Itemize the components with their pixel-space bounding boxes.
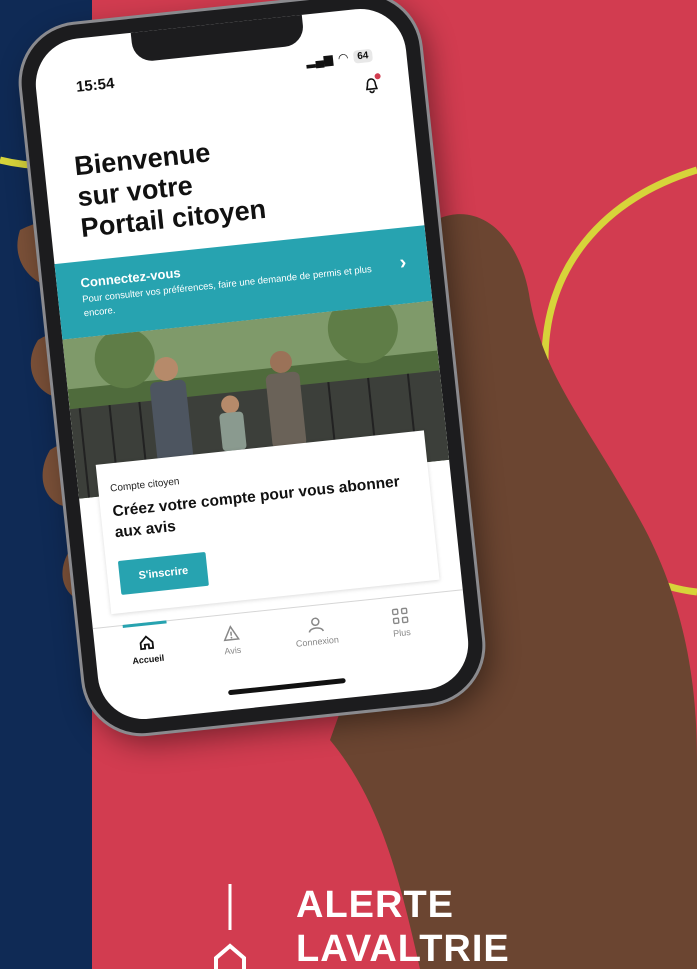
status-time: 15:54 bbox=[75, 75, 115, 96]
chevron-right-icon: › bbox=[398, 251, 407, 275]
bell-icon[interactable] bbox=[363, 77, 381, 100]
phone-screen: 15:54 ▂▄▆ ◠ 64 Bienvenue sur votre Porta… bbox=[31, 4, 472, 723]
phone-device: 15:54 ▂▄▆ ◠ 64 Bienvenue sur votre Porta… bbox=[16, 0, 488, 739]
page-title: Bienvenue sur votre Portail citoyen bbox=[73, 120, 381, 244]
phone-notch bbox=[131, 13, 305, 63]
status-icons: ▂▄▆ ◠ 64 bbox=[305, 48, 373, 69]
tab-label: Plus bbox=[393, 627, 411, 639]
notification-dot bbox=[374, 73, 381, 80]
alerte-logo-icon bbox=[196, 882, 256, 969]
card-kicker: Compte citoyen bbox=[110, 476, 180, 494]
tab-avis[interactable]: Avis bbox=[195, 618, 268, 659]
signup-button[interactable]: S'inscrire bbox=[118, 552, 209, 595]
warning-icon bbox=[221, 621, 241, 647]
tab-accueil[interactable]: Accueil bbox=[110, 627, 183, 668]
phone-frame: 15:54 ▂▄▆ ◠ 64 Bienvenue sur votre Porta… bbox=[16, 0, 488, 739]
home-indicator bbox=[228, 678, 346, 695]
wifi-icon: ◠ bbox=[337, 50, 349, 65]
active-tab-indicator bbox=[123, 620, 167, 628]
grid-icon bbox=[390, 603, 410, 629]
brand-title-line2: LAVALTRIE bbox=[296, 929, 510, 969]
user-icon bbox=[305, 612, 325, 638]
tab-connexion[interactable]: Connexion bbox=[280, 609, 353, 650]
tab-label: Avis bbox=[224, 645, 242, 657]
tab-label: Connexion bbox=[295, 634, 339, 648]
signal-icon: ▂▄▆ bbox=[305, 52, 333, 69]
brand-title-line1: ALERTE bbox=[296, 885, 454, 925]
battery-icon: 64 bbox=[353, 48, 373, 63]
home-icon bbox=[136, 630, 156, 656]
tab-plus[interactable]: Plus bbox=[364, 600, 437, 641]
tab-label: Accueil bbox=[132, 653, 165, 666]
